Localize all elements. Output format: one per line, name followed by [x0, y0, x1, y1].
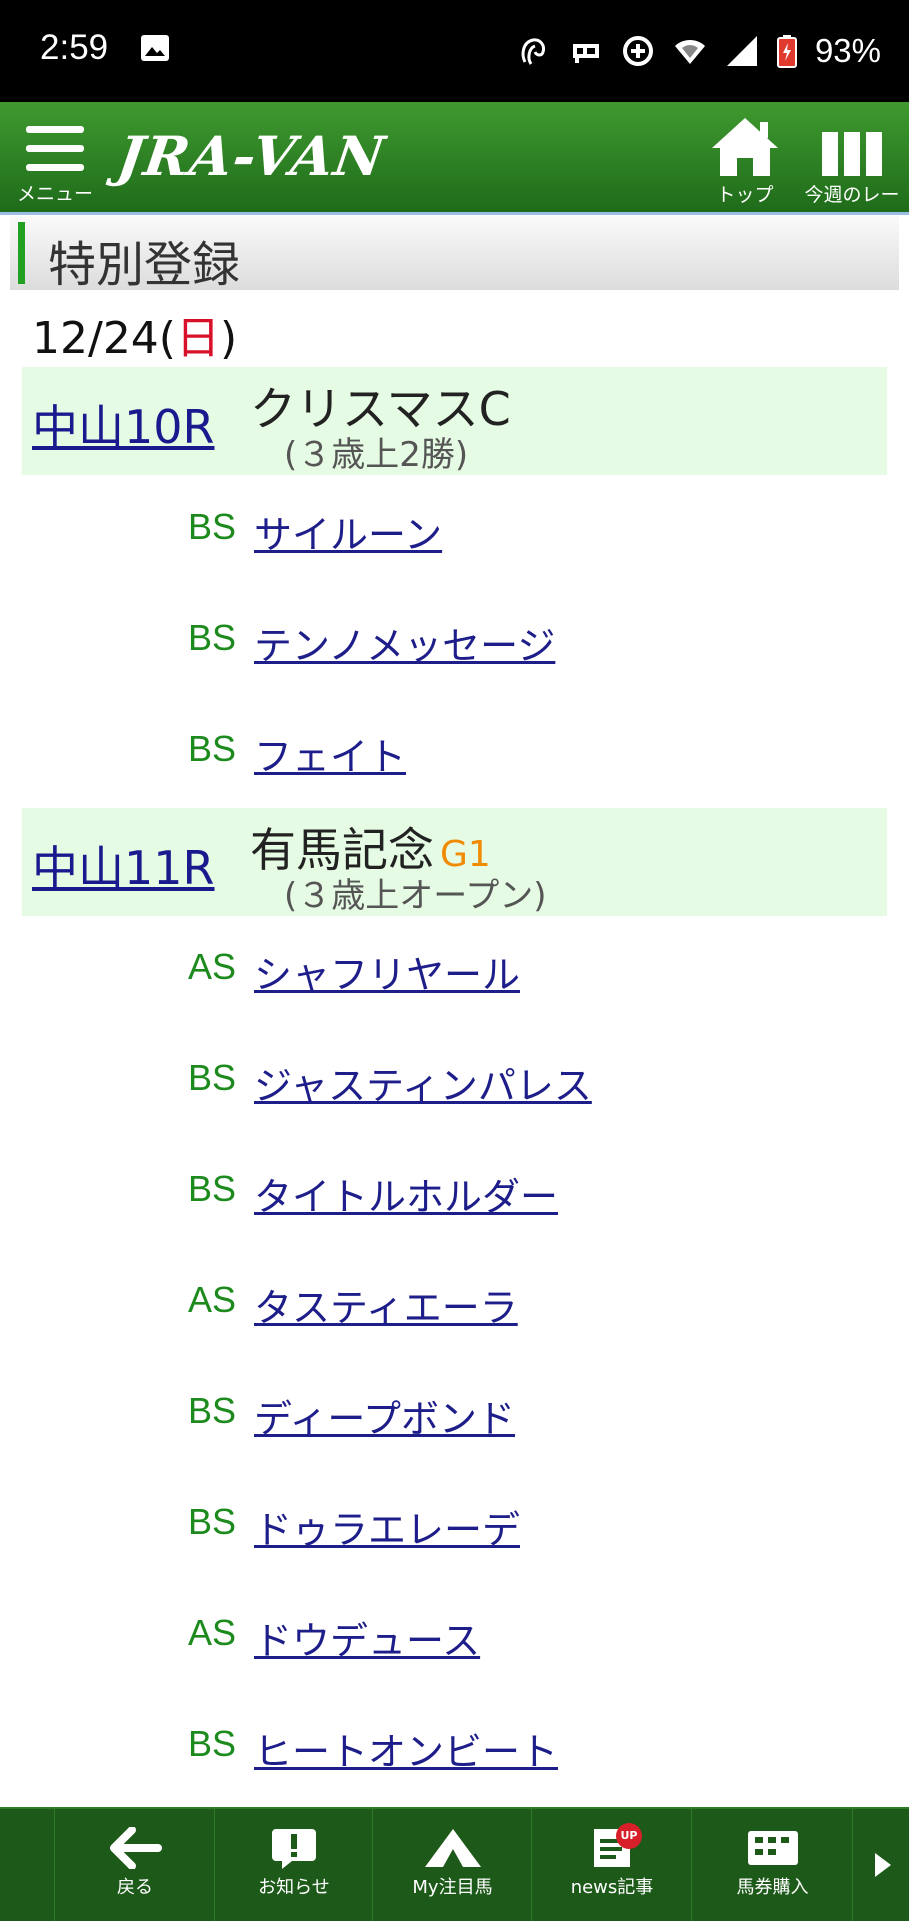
- entry-row: BS ドゥラエレーデ: [0, 1493, 909, 1553]
- columns-icon: [822, 132, 882, 176]
- race-number-link[interactable]: 中山11R: [32, 832, 215, 898]
- race-condition: (３歳上オープン): [284, 876, 547, 916]
- entry-tag: BS: [188, 1168, 237, 1209]
- exclamation-icon: [272, 1829, 316, 1869]
- top-label: トップ: [716, 184, 774, 206]
- ticket-button[interactable]: 馬券購入: [691, 1809, 853, 1921]
- entry-tag: BS: [188, 1057, 237, 1098]
- entry-row: AS ドウデュース: [0, 1604, 909, 1664]
- data-saver-icon: [622, 36, 653, 66]
- weekday-sunday: 日: [175, 313, 220, 364]
- signal-icon: [726, 36, 757, 66]
- entry-tag: AS: [188, 1612, 237, 1653]
- top-button[interactable]: トップ: [700, 116, 790, 207]
- entry-tag: BS: [188, 506, 237, 547]
- section-title-text: 特別登録: [48, 237, 241, 293]
- section-title: 特別登録: [10, 216, 899, 293]
- race-date: 12/24(日): [32, 302, 237, 366]
- entry-row: BS テンノメッセージ: [0, 609, 909, 669]
- my-horse-button[interactable]: My注目馬: [372, 1809, 532, 1921]
- horse-link[interactable]: タスティエーラ: [254, 1277, 518, 1332]
- date-text: 12/24(: [32, 313, 176, 364]
- news-label: news記事: [570, 1877, 654, 1898]
- news-button[interactable]: UP news記事: [531, 1809, 692, 1921]
- back-arrow-icon: [110, 1827, 162, 1869]
- more-button[interactable]: [852, 1809, 909, 1921]
- vpn-key-icon: [572, 44, 599, 63]
- entry-tag: AS: [188, 1279, 237, 1320]
- horse-link[interactable]: ジャスティンパレス: [254, 1055, 592, 1110]
- horse-link[interactable]: ドゥラエレーデ: [254, 1499, 520, 1554]
- entry-row: AS シャフリヤール: [0, 938, 909, 998]
- entry-row: BS フェイト: [0, 720, 909, 780]
- app-header: メニュー JRA-VAN トップ 今週のレース: [0, 102, 909, 233]
- image-icon: [141, 35, 169, 61]
- entry-row: BS ヒートオンビート: [0, 1715, 909, 1775]
- home-icon: [712, 118, 778, 176]
- entry-tag: BS: [188, 1390, 237, 1431]
- news-up-badge: UP: [616, 1823, 642, 1849]
- entry-tag: BS: [188, 617, 237, 658]
- nfc-icon: [521, 38, 545, 65]
- race-header: 中山11R 有馬記念 G1 (３歳上オープン): [22, 808, 887, 916]
- back-button[interactable]: 戻る: [54, 1809, 215, 1921]
- horse-link[interactable]: フェイト: [254, 726, 406, 781]
- entry-row: BS ディープボンド: [0, 1382, 909, 1442]
- entry-row: BS ジャスティンパレス: [0, 1049, 909, 1109]
- menu-button[interactable]: メニュー: [16, 120, 94, 205]
- horse-link[interactable]: ディープボンド: [254, 1388, 515, 1443]
- ticket-icon: [747, 1831, 798, 1865]
- race-number-link[interactable]: 中山10R: [32, 391, 215, 457]
- entry-tag: BS: [188, 728, 237, 769]
- status-icons: 93%: [517, 26, 881, 76]
- notice-button[interactable]: お知らせ: [214, 1809, 373, 1921]
- date-close: ): [219, 313, 238, 364]
- mountain-icon: [424, 1829, 481, 1867]
- entry-tag: BS: [188, 1501, 237, 1542]
- entry-row: BS サイルーン: [0, 498, 909, 558]
- status-time: 2:59: [40, 28, 109, 67]
- battery-level: 93%: [814, 32, 881, 69]
- race-header: 中山10R クリスマスC (３歳上2勝): [22, 367, 887, 475]
- ticket-label: 馬券購入: [736, 1877, 809, 1898]
- horse-link[interactable]: タイトルホルダー: [254, 1166, 558, 1221]
- menu-icon: [16, 120, 94, 171]
- entry-tag: AS: [188, 946, 237, 987]
- status-bar: 2:59 93%: [0, 0, 909, 102]
- horse-link[interactable]: ドウデュース: [254, 1610, 480, 1665]
- horse-link[interactable]: ヒートオンビート: [254, 1721, 558, 1776]
- back-label: 戻る: [117, 1877, 153, 1898]
- jra-van-logo[interactable]: JRA-VAN: [114, 124, 390, 188]
- race-condition: (３歳上2勝): [284, 435, 469, 475]
- horse-link[interactable]: テンノメッセージ: [254, 615, 555, 670]
- menu-label: メニュー: [16, 183, 93, 205]
- horse-link[interactable]: シャフリヤール: [254, 944, 520, 999]
- chevron-right-icon: [875, 1853, 891, 1877]
- section-accent-bar: [18, 222, 25, 284]
- entry-row: BS タイトルホルダー: [0, 1160, 909, 1220]
- battery-icon: [776, 35, 797, 68]
- notice-label: お知らせ: [258, 1877, 330, 1898]
- entry-row: AS タスティエーラ: [0, 1271, 909, 1331]
- bottom-nav: 戻る お知らせ My注目馬 UP news記事 馬券購入: [0, 1807, 909, 1921]
- my-horse-label: My注目馬: [412, 1877, 493, 1898]
- entry-tag: BS: [188, 1723, 237, 1764]
- horse-link[interactable]: サイルーン: [254, 504, 442, 559]
- wifi-icon: [674, 40, 705, 64]
